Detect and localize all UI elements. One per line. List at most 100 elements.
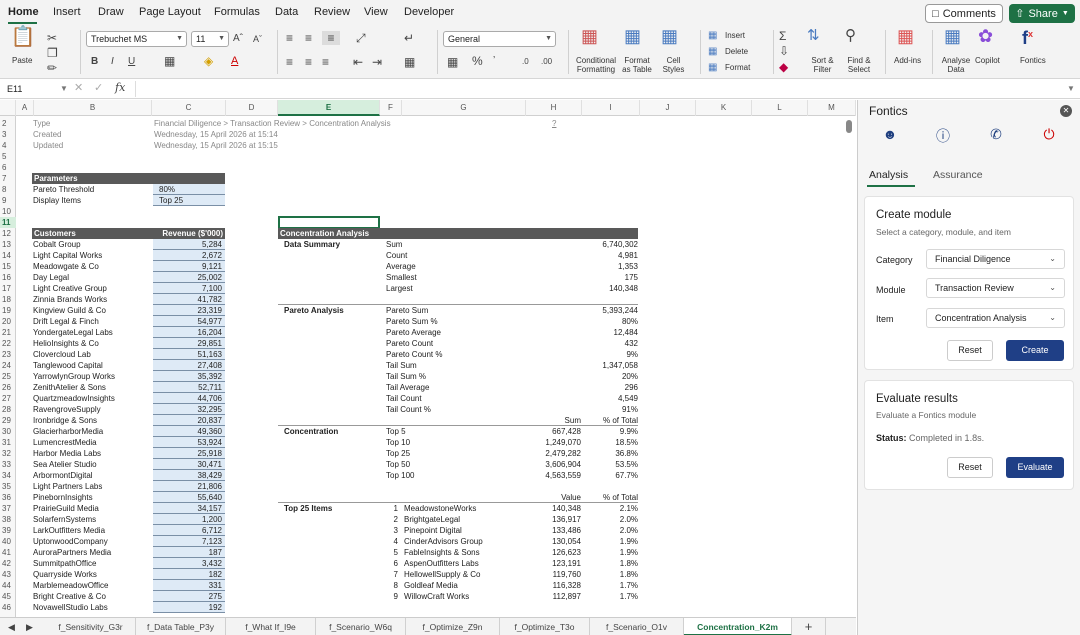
fill-color-icon[interactable]: ◈	[204, 54, 213, 68]
help-icon[interactable]: ⓘ	[931, 126, 955, 146]
align-bottom-icon[interactable]: ≡	[322, 31, 340, 45]
revenue-cell[interactable]: 331	[153, 580, 225, 591]
category-select[interactable]: Financial Diligence ⌄	[926, 249, 1065, 269]
align-middle-icon[interactable]: ≡	[305, 31, 312, 45]
row-header[interactable]: 31	[0, 437, 16, 448]
column-header-l[interactable]: L	[752, 100, 808, 116]
revenue-cell[interactable]: 52,711	[153, 382, 225, 393]
confirm-icon[interactable]: ✓	[94, 81, 103, 95]
column-header-m[interactable]: M	[808, 100, 856, 116]
row-header[interactable]: 8	[0, 184, 16, 195]
row-header[interactable]: 41	[0, 547, 16, 558]
sheet-tab[interactable]: f_Optimize_T3o	[500, 618, 590, 635]
row-header[interactable]: 33	[0, 459, 16, 470]
sheet-tab[interactable]: f_Scenario_W6q	[316, 618, 406, 635]
decrease-font-icon[interactable]: Aˇ	[253, 32, 262, 46]
format-cells-icon[interactable]: ▦	[708, 61, 717, 75]
menu-home[interactable]: Home	[8, 6, 39, 18]
row-header[interactable]: 44	[0, 580, 16, 591]
sheet-tab[interactable]: f_Sensitivity_G3r	[46, 618, 136, 635]
number-format-select[interactable]: General ▼	[443, 31, 556, 47]
revenue-cell[interactable]: 54,977	[153, 316, 225, 327]
revenue-cell[interactable]: 6,712	[153, 525, 225, 536]
row-header[interactable]: 40	[0, 536, 16, 547]
revenue-cell[interactable]: 1,200	[153, 514, 225, 525]
sheet-tab[interactable]: f_Optimize_Z9n	[406, 618, 500, 635]
insert-function-icon[interactable]: fx	[115, 81, 125, 95]
menu-page-layout[interactable]: Page Layout	[139, 6, 201, 18]
revenue-cell[interactable]: 16,204	[153, 327, 225, 338]
menu-data[interactable]: Data	[275, 6, 298, 18]
analyse-data-icon[interactable]: ▦	[944, 27, 961, 45]
revenue-cell[interactable]: 29,851	[153, 338, 225, 349]
row-header[interactable]: 35	[0, 481, 16, 492]
item-select[interactable]: Concentration Analysis ⌄	[926, 308, 1065, 328]
cancel-icon[interactable]: ✕	[74, 81, 83, 95]
revenue-cell[interactable]: 3,432	[153, 558, 225, 569]
select-all-corner[interactable]	[0, 100, 16, 116]
fill-icon[interactable]: ⇩	[779, 44, 789, 58]
prev-sheet-icon[interactable]: ◀	[8, 620, 15, 634]
wrap-text-icon[interactable]: ↵	[404, 31, 414, 45]
row-header[interactable]: 10	[0, 206, 16, 217]
align-right-icon[interactable]: ≡	[322, 55, 329, 69]
menu-formulas[interactable]: Formulas	[214, 6, 260, 18]
row-header[interactable]: 42	[0, 558, 16, 569]
row-header[interactable]: 45	[0, 591, 16, 602]
revenue-cell[interactable]: 27,408	[153, 360, 225, 371]
sheet-tab-active[interactable]: Concentration_K2m	[684, 618, 792, 635]
comments-button[interactable]: □ Comments	[925, 4, 1003, 23]
module-select[interactable]: Transaction Review ⌄	[926, 278, 1065, 298]
bold-icon[interactable]: B	[91, 55, 98, 69]
row-header[interactable]: 9	[0, 195, 16, 206]
sheet-tab[interactable]: f_What If_I9e	[226, 618, 316, 635]
format-painter-icon[interactable]: ✏	[47, 61, 57, 75]
chevron-down-icon[interactable]: ▼	[60, 82, 68, 96]
italic-icon[interactable]: I	[111, 55, 114, 69]
row-header[interactable]: 37	[0, 503, 16, 514]
revenue-cell[interactable]: 51,163	[153, 349, 225, 360]
menu-view[interactable]: View	[364, 6, 388, 18]
formula-input[interactable]	[135, 81, 1070, 97]
row-header[interactable]: 38	[0, 514, 16, 525]
cut-icon[interactable]: ✂	[47, 31, 57, 45]
reset-button[interactable]: Reset	[947, 457, 993, 478]
orientation-icon[interactable]: ⤢	[356, 31, 366, 45]
autosum-icon[interactable]: Σ	[779, 29, 786, 43]
row-header[interactable]: 12	[0, 228, 16, 239]
row-header[interactable]: 17	[0, 283, 16, 294]
vertical-scrollbar[interactable]	[846, 120, 852, 133]
column-header-i[interactable]: I	[582, 100, 640, 116]
row-header[interactable]: 22	[0, 338, 16, 349]
revenue-cell[interactable]: 192	[153, 602, 225, 613]
fontics-icon[interactable]: fx	[1022, 27, 1033, 47]
column-header-h[interactable]: H	[526, 100, 582, 116]
row-header[interactable]: 6	[0, 162, 16, 173]
row-header[interactable]: 21	[0, 327, 16, 338]
revenue-cell[interactable]: 23,319	[153, 305, 225, 316]
column-header-j[interactable]: J	[640, 100, 696, 116]
percent-icon[interactable]: %	[472, 54, 483, 68]
revenue-cell[interactable]: 5,284	[153, 239, 225, 250]
row-header[interactable]: 20	[0, 316, 16, 327]
revenue-cell[interactable]: 9,121	[153, 261, 225, 272]
column-header-k[interactable]: K	[696, 100, 752, 116]
row-header[interactable]: 15	[0, 261, 16, 272]
revenue-cell[interactable]: 7,100	[153, 283, 225, 294]
insert-cells-label[interactable]: Insert	[725, 31, 745, 40]
comma-style-icon[interactable]: ’	[493, 54, 495, 68]
row-header[interactable]: 34	[0, 470, 16, 481]
font-size-select[interactable]: 11 ▼	[191, 31, 229, 47]
row-header[interactable]: 29	[0, 415, 16, 426]
revenue-cell[interactable]: 55,640	[153, 492, 225, 503]
add-ins-icon[interactable]: ▦	[897, 27, 914, 45]
merge-cells-icon[interactable]: ▦	[404, 55, 415, 69]
display-items-input[interactable]: Top 25	[153, 195, 225, 206]
column-header-e[interactable]: E	[278, 100, 380, 116]
row-header[interactable]: 11	[0, 217, 16, 228]
share-button[interactable]: ⇧ Share ▼	[1009, 4, 1075, 23]
revenue-cell[interactable]: 49,360	[153, 426, 225, 437]
revenue-cell[interactable]: 41,782	[153, 294, 225, 305]
revenue-cell[interactable]: 25,002	[153, 272, 225, 283]
revenue-cell[interactable]: 20,837	[153, 415, 225, 426]
